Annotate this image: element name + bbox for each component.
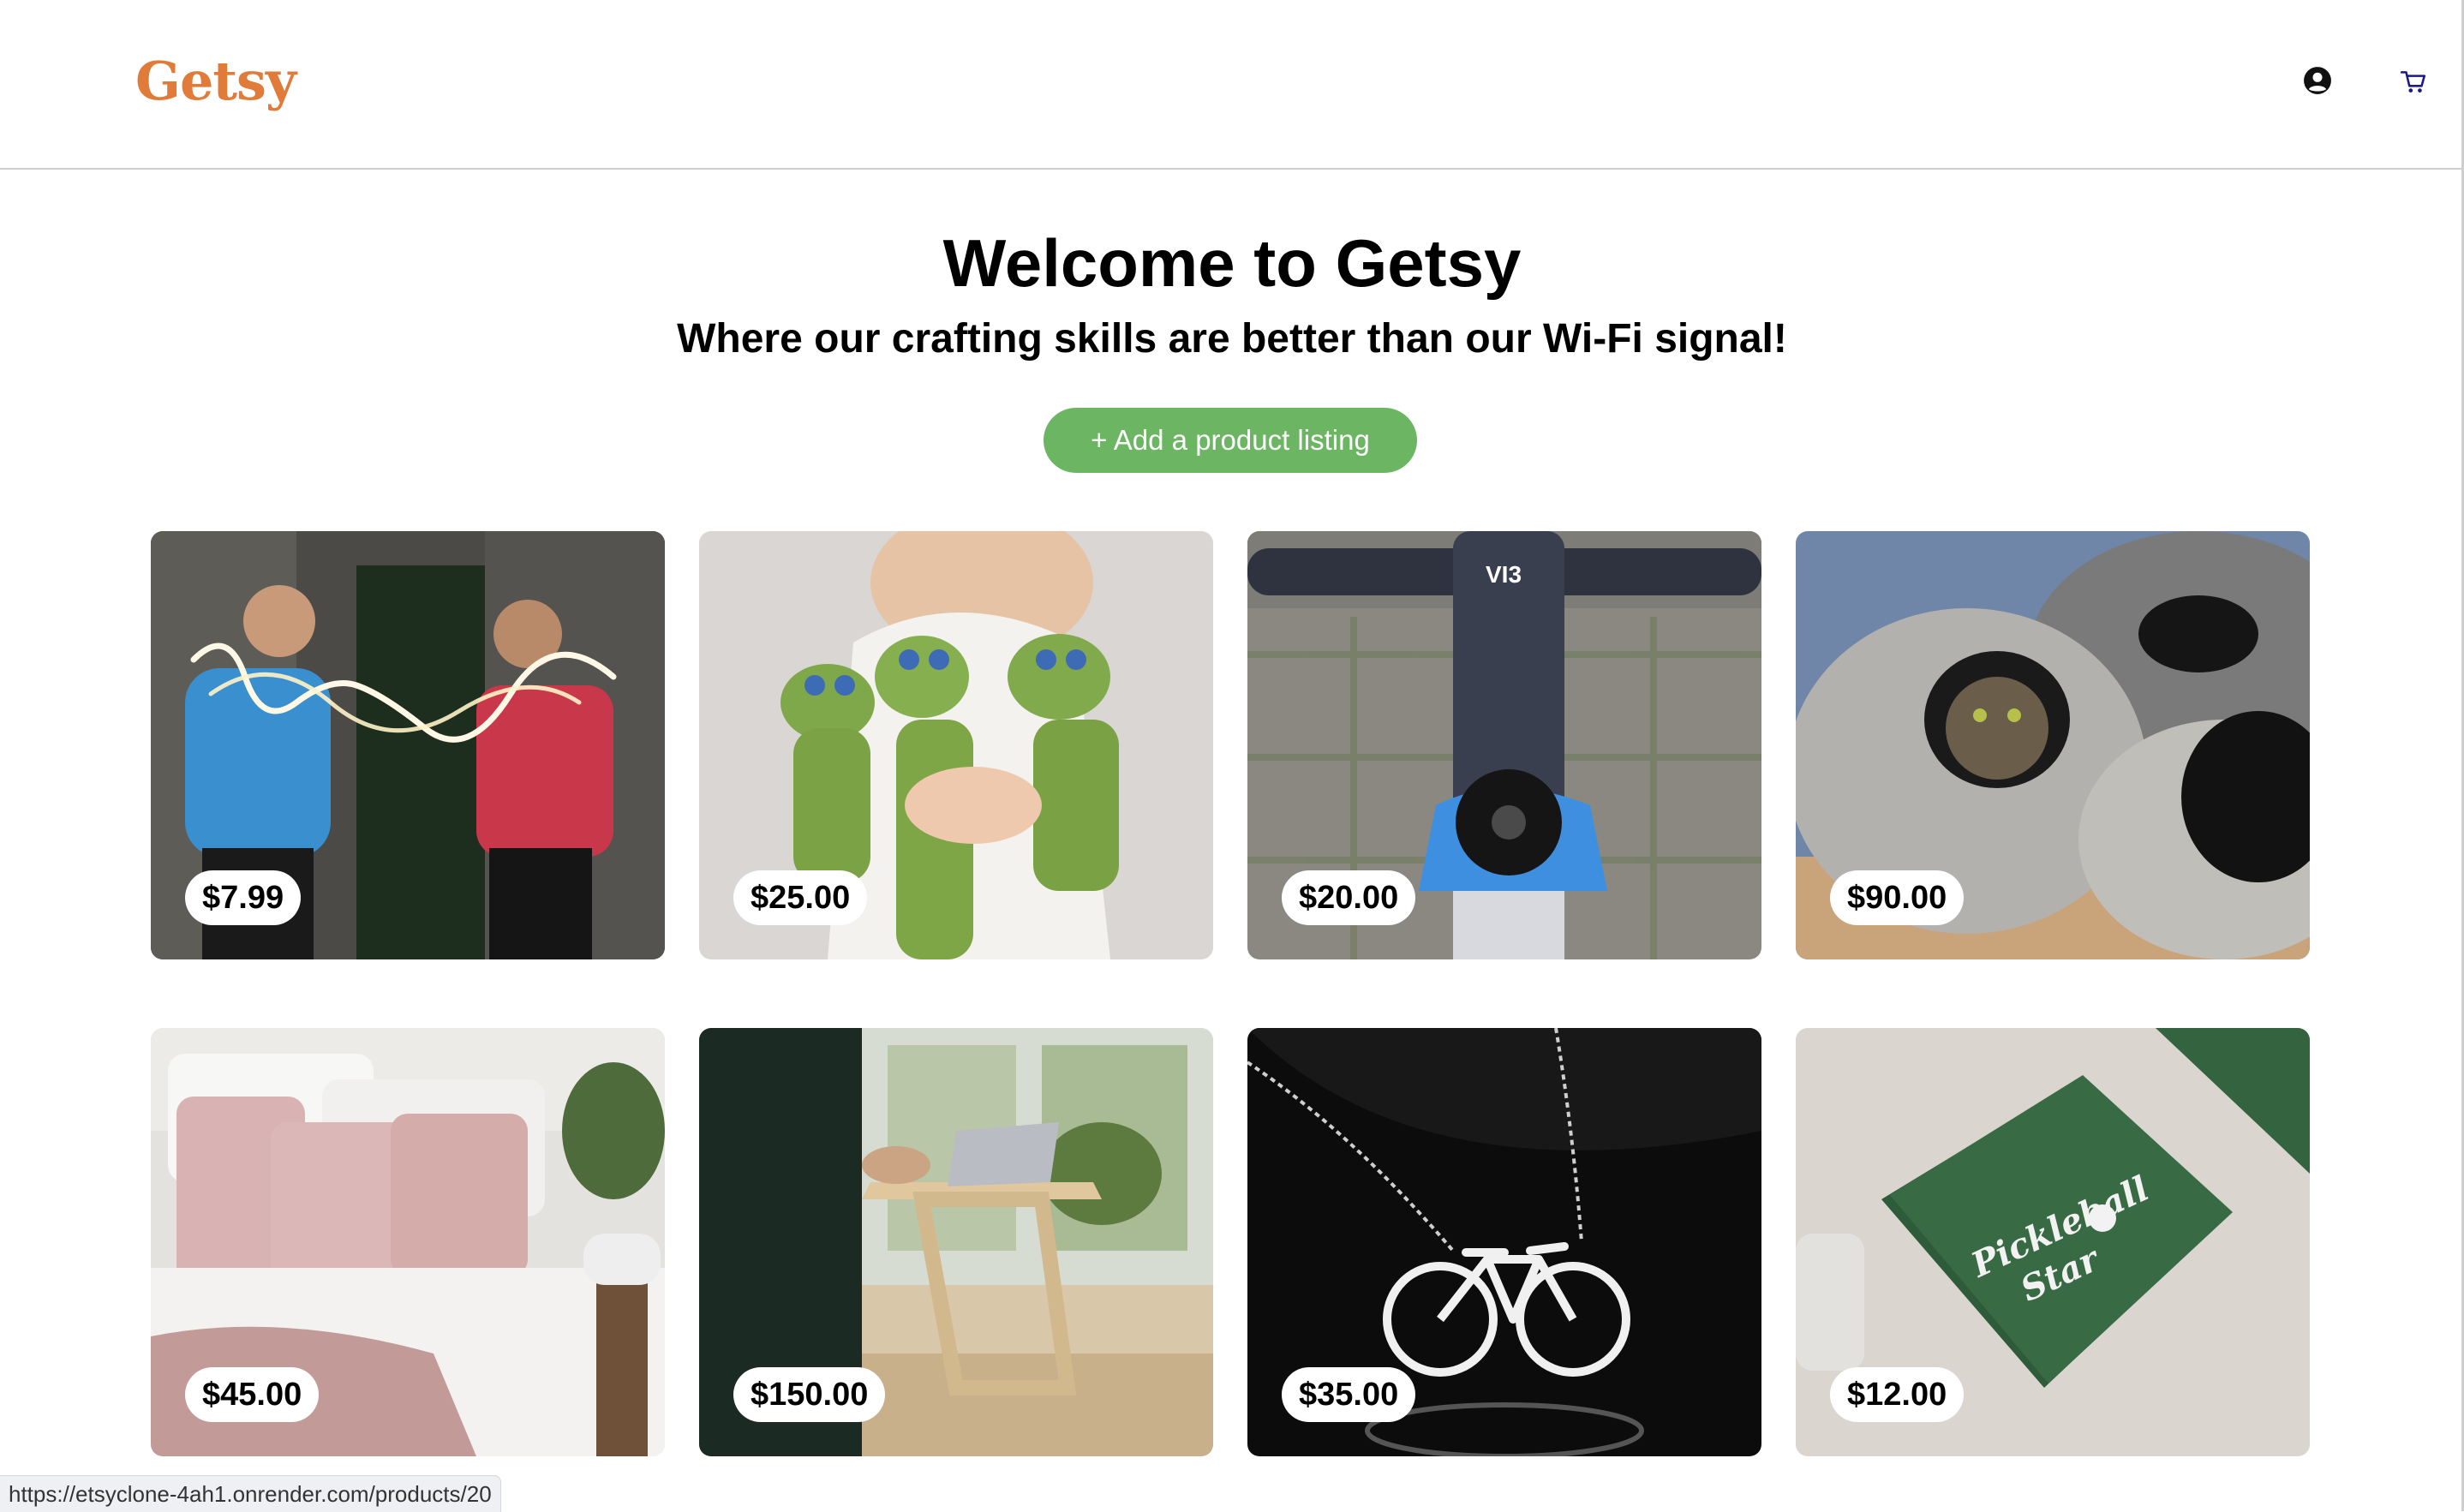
product-card[interactable]: $7.99: [151, 531, 665, 959]
product-card[interactable]: $150.00: [699, 1028, 1213, 1456]
product-card[interactable]: VI3 $20.00: [1247, 531, 1761, 959]
site-logo[interactable]: Getsy: [135, 50, 296, 112]
user-circle-icon[interactable]: [2303, 66, 2332, 95]
add-product-listing-button[interactable]: + Add a product listing: [1044, 408, 1417, 473]
cart-icon[interactable]: [2399, 67, 2428, 96]
price-badge: $35.00: [1282, 1367, 1416, 1422]
price-badge: $150.00: [733, 1367, 886, 1422]
price-badge: $12.00: [1830, 1367, 1965, 1422]
page-title: Welcome to Getsy: [942, 225, 1522, 301]
price-badge: $25.00: [733, 870, 868, 925]
page-subtitle: Where our crafting skills are better tha…: [677, 316, 1787, 362]
status-bar-url: https://etsyclone-4ah1.onrender.com/prod…: [0, 1475, 501, 1512]
product-card[interactable]: $35.00: [1247, 1028, 1761, 1456]
price-badge: $90.00: [1830, 870, 1965, 925]
product-card[interactable]: $90.00: [1796, 531, 2310, 959]
site-header: Getsy: [0, 0, 2464, 170]
price-badge: $45.00: [185, 1367, 320, 1422]
svg-text:VI3: VI3: [1486, 561, 1522, 588]
price-badge: $20.00: [1282, 870, 1416, 925]
price-badge: $7.99: [185, 870, 302, 925]
product-card[interactable]: Pickleball Star $12.00: [1796, 1028, 2310, 1456]
product-card[interactable]: $25.00: [699, 531, 1213, 959]
product-card[interactable]: $45.00: [151, 1028, 665, 1456]
